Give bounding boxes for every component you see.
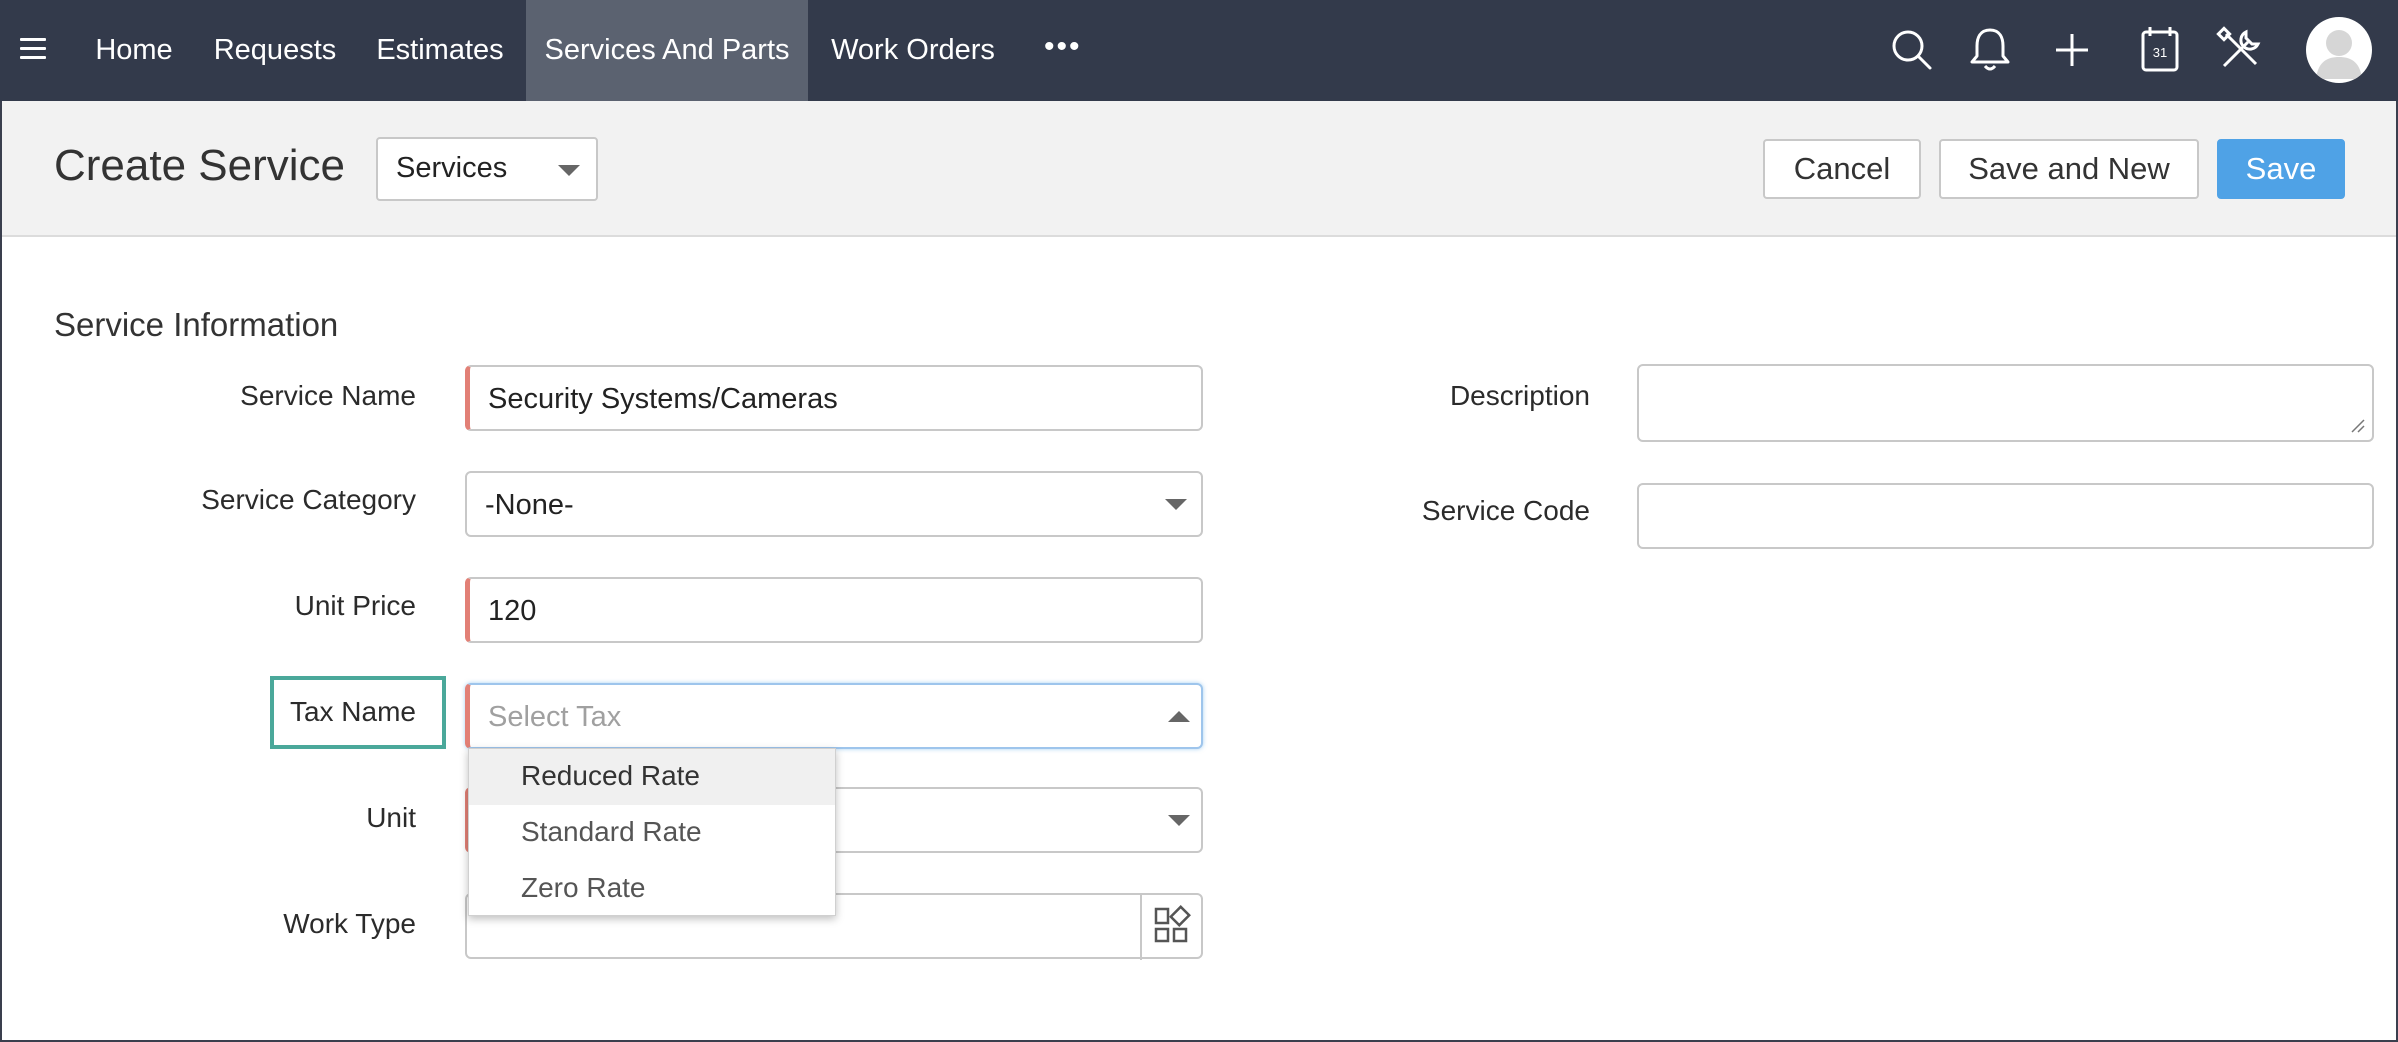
work-type-lookup-button[interactable] (1140, 893, 1202, 960)
tools-icon[interactable] (2212, 22, 2268, 78)
nav-tab-services-and-parts[interactable]: Services And Parts (526, 0, 808, 101)
tax-option-standard-rate[interactable]: Standard Rate (469, 805, 835, 861)
nav-tab-estimates[interactable]: Estimates (354, 0, 526, 101)
tax-name-select[interactable]: Select Tax (465, 683, 1203, 749)
unit-price-input[interactable]: 120 (465, 577, 1203, 643)
tax-name-placeholder: Select Tax (488, 701, 622, 733)
chevron-down-icon (558, 165, 580, 176)
plus-icon[interactable] (2044, 22, 2100, 78)
save-and-new-button[interactable]: Save and New (1939, 139, 2199, 199)
service-code-input[interactable] (1637, 483, 2374, 549)
chevron-down-icon (1168, 815, 1190, 826)
avatar[interactable] (2306, 17, 2372, 83)
service-code-label: Service Code (1421, 495, 1590, 526)
description-textarea[interactable] (1637, 364, 2374, 442)
work-type-label: Work Type (283, 908, 416, 939)
unit-label: Unit (366, 802, 416, 833)
more-tabs-icon[interactable]: ••• (1044, 30, 1082, 64)
chevron-down-icon (1165, 499, 1187, 510)
cancel-button[interactable]: Cancel (1763, 139, 1921, 199)
tax-option-zero-rate[interactable]: Zero Rate (469, 861, 835, 917)
tax-name-highlight (270, 676, 446, 749)
bell-icon[interactable] (1962, 22, 2018, 78)
section-title: Service Information (54, 306, 339, 343)
nav-tab-home[interactable]: Home (72, 0, 196, 101)
module-select[interactable]: Services (376, 137, 598, 201)
resize-handle-icon[interactable] (2350, 418, 2366, 434)
service-category-select[interactable]: -None- (465, 471, 1203, 537)
tax-dropdown-menu: Reduced Rate Standard Rate Zero Rate (468, 748, 836, 916)
module-select-value: Services (396, 152, 508, 184)
page-title: Create Service (54, 141, 346, 190)
top-nav: Home Requests Estimates Services And Par… (0, 0, 2398, 101)
tax-option-reduced-rate[interactable]: Reduced Rate (469, 749, 835, 805)
user-silhouette-icon (2316, 30, 2362, 79)
description-label: Description (1449, 380, 1590, 411)
service-category-value: -None- (485, 489, 574, 521)
nav-tab-work-orders[interactable]: Work Orders (808, 0, 1018, 101)
chevron-up-icon (1168, 711, 1190, 722)
service-category-label: Service Category (201, 484, 416, 515)
grid-lookup-icon (1154, 905, 1191, 943)
nav-tab-requests[interactable]: Requests (196, 0, 354, 101)
search-icon[interactable] (1884, 22, 1940, 78)
page-header: Create Service Services Cancel Save and … (2, 101, 2396, 237)
service-name-label: Service Name (240, 380, 416, 411)
service-name-input[interactable]: Security Systems/Cameras (465, 365, 1203, 431)
calendar-icon[interactable]: 31 (2132, 22, 2188, 78)
unit-price-label: Unit Price (294, 590, 416, 621)
save-button[interactable]: Save (2217, 139, 2345, 199)
hamburger-menu-icon[interactable] (20, 38, 46, 62)
calendar-day-text: 31 (2153, 45, 2167, 60)
